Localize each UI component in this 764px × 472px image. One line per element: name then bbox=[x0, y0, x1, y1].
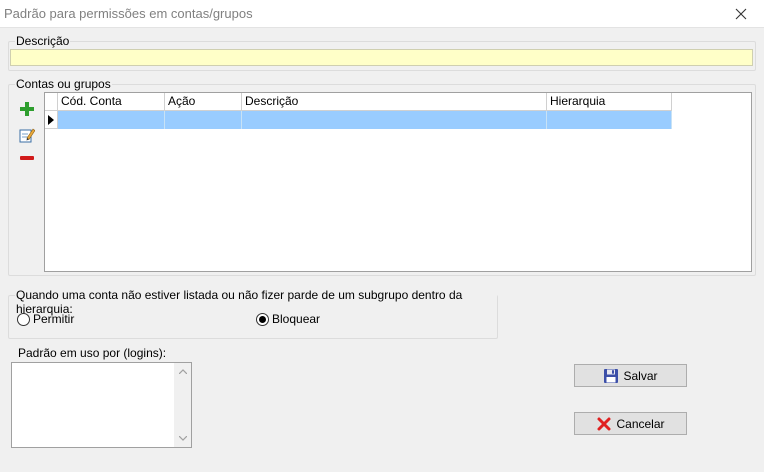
remove-icon[interactable] bbox=[19, 150, 35, 166]
grid-header: Cód. Conta Ação Descrição Hierarquia bbox=[45, 93, 672, 111]
scroll-up-button[interactable] bbox=[174, 363, 191, 380]
cell-descricao[interactable] bbox=[242, 111, 547, 129]
radio-permitir[interactable]: Permitir bbox=[17, 312, 74, 326]
radio-bloquear-circle[interactable] bbox=[256, 312, 269, 326]
row-pointer-icon bbox=[48, 114, 54, 125]
column-header-acao[interactable]: Ação bbox=[165, 93, 242, 111]
radio-bloquear[interactable]: Bloquear bbox=[256, 312, 320, 326]
radio-bloquear-label: Bloquear bbox=[272, 312, 321, 326]
save-button-label: Salvar bbox=[623, 368, 658, 383]
add-icon[interactable] bbox=[19, 101, 35, 117]
radio-selected-dot bbox=[259, 315, 266, 323]
cell-acao[interactable] bbox=[165, 111, 242, 129]
window-title: Padrão para permissões em contas/grupos bbox=[4, 6, 253, 21]
logins-label: Padrão em uso por (logins): bbox=[17, 346, 168, 360]
save-button[interactable]: Salvar bbox=[574, 364, 687, 387]
table-row[interactable] bbox=[45, 111, 672, 129]
descricao-label: Descrição bbox=[15, 34, 71, 48]
floppy-disk-icon bbox=[604, 368, 619, 383]
chevron-down-icon bbox=[178, 436, 187, 441]
cancel-button-label: Cancelar bbox=[616, 416, 665, 431]
cell-cod-conta[interactable] bbox=[58, 111, 165, 129]
edit-icon[interactable] bbox=[19, 127, 35, 143]
contas-label: Contas ou grupos bbox=[15, 77, 112, 91]
header-indicator-cell bbox=[45, 93, 58, 111]
column-header-descricao[interactable]: Descrição bbox=[242, 93, 547, 111]
descricao-input[interactable] bbox=[10, 49, 753, 66]
policy-group: Quando uma conta não estiver listada ou … bbox=[8, 288, 498, 339]
radio-permitir-label: Permitir bbox=[33, 312, 75, 326]
radio-permitir-circle[interactable] bbox=[17, 312, 30, 326]
close-icon bbox=[735, 8, 747, 20]
title-bar: Padrão para permissões em contas/grupos bbox=[0, 0, 764, 28]
scroll-down-button[interactable] bbox=[174, 430, 191, 447]
cell-hierarquia[interactable] bbox=[547, 111, 672, 129]
logins-list[interactable] bbox=[11, 362, 192, 448]
chevron-up-icon bbox=[178, 369, 187, 374]
column-header-cod-conta[interactable]: Cód. Conta bbox=[58, 93, 165, 111]
close-button[interactable] bbox=[718, 0, 764, 28]
column-header-hierarquia[interactable]: Hierarquia bbox=[547, 93, 672, 111]
row-indicator bbox=[45, 111, 58, 129]
contas-grid[interactable]: Cód. Conta Ação Descrição Hierarquia bbox=[44, 92, 752, 272]
red-x-icon bbox=[597, 417, 611, 430]
logins-scrollbar[interactable] bbox=[174, 363, 191, 447]
cancel-button[interactable]: Cancelar bbox=[574, 412, 687, 435]
